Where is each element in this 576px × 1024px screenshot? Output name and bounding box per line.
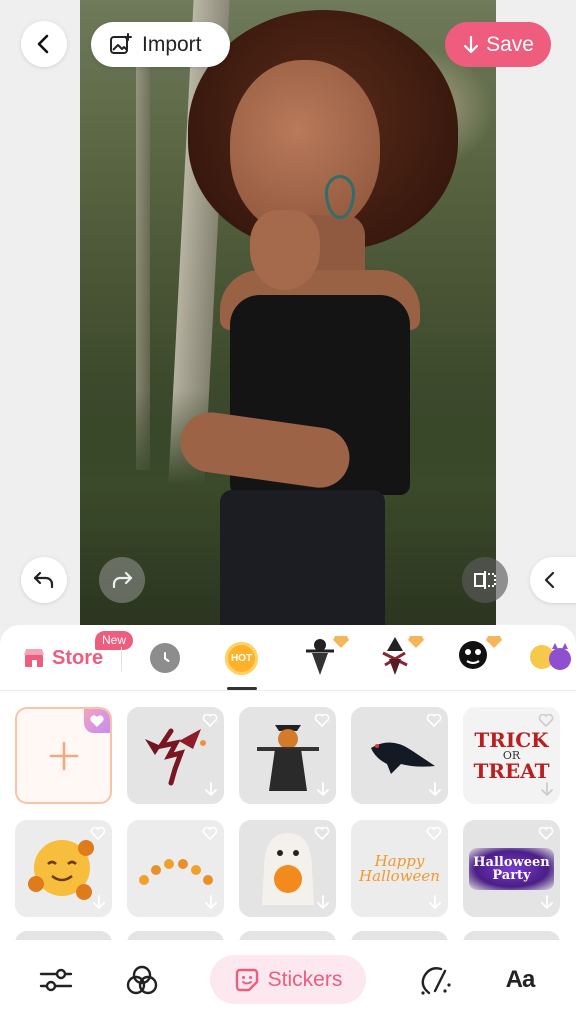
download-icon	[205, 782, 217, 797]
active-tab-indicator	[227, 687, 257, 690]
download-icon	[317, 782, 329, 797]
tab-store[interactable]: Store	[22, 645, 103, 671]
sticker-pumpkin-crown[interactable]	[127, 820, 224, 917]
heart-icon[interactable]	[314, 827, 330, 840]
raven-sticker	[370, 741, 435, 774]
photo-hand	[250, 210, 320, 290]
filters-icon	[126, 965, 158, 995]
party-line: Party	[492, 867, 531, 883]
sticker-scarecrow[interactable]	[239, 707, 336, 804]
undo-icon	[33, 571, 54, 589]
hot-label: HOT	[230, 653, 253, 664]
party-halloween-line: Halloween	[473, 854, 550, 870]
tab-pack-creature[interactable]	[453, 635, 502, 681]
heart-icon[interactable]	[538, 827, 554, 840]
pumpkin-crown-sticker	[138, 858, 213, 885]
dragon-sticker	[144, 728, 206, 785]
sticker-raven[interactable]	[351, 707, 448, 804]
chevron-left-icon	[544, 571, 555, 589]
redo-icon	[112, 571, 133, 589]
photo-jeans	[220, 490, 385, 630]
sticker-dragon[interactable]	[127, 707, 224, 804]
emoji-sticker-icon	[530, 643, 571, 670]
collapse-panel-button[interactable]	[530, 557, 576, 603]
heart-icon[interactable]	[426, 714, 442, 727]
heart-icon[interactable]	[426, 827, 442, 840]
download-icon	[205, 895, 217, 910]
tab-recent[interactable]	[150, 643, 180, 673]
tab-hot[interactable]: HOT	[225, 642, 258, 675]
tab-pack-witch[interactable]	[375, 635, 424, 681]
text-tool[interactable]: Aa	[498, 960, 542, 1000]
scarecrow-sticker	[256, 724, 319, 791]
download-icon	[429, 782, 441, 797]
sticker-trick-or-treat[interactable]: TRICK OR TREAT	[463, 707, 560, 804]
text-tool-label: Aa	[505, 966, 536, 993]
brush-icon	[421, 967, 451, 995]
new-badge: New	[95, 631, 134, 650]
save-button[interactable]: Save	[445, 22, 551, 67]
stickers-tool[interactable]: Stickers	[210, 955, 366, 1004]
edited-photo[interactable]	[80, 0, 496, 630]
download-icon	[317, 895, 329, 910]
trick-or-treat-text: TRICK OR TREAT	[473, 730, 549, 781]
plus-icon	[49, 741, 78, 770]
tab-pack-scarecrow[interactable]	[300, 635, 349, 681]
sticker-grid: TRICK OR TREAT Happy Halloween Halloween…	[15, 707, 560, 917]
brush-tool[interactable]	[414, 960, 454, 1000]
sticker-icon	[235, 968, 258, 991]
sticker-halloween-party[interactable]: Halloween Party	[463, 820, 560, 917]
download-icon	[541, 895, 553, 910]
sticker-ghost-pumpkin[interactable]	[239, 820, 336, 917]
undo-button[interactable]	[21, 557, 67, 603]
download-icon	[93, 895, 105, 910]
heart-icon[interactable]	[89, 715, 105, 728]
image-plus-icon	[110, 32, 132, 54]
diamond-icon	[333, 636, 349, 648]
sticker-category-tabs: Store New HOT	[0, 625, 576, 691]
bottom-toolbar: Stickers Aa	[0, 940, 576, 1024]
halloween-line: Halloween	[359, 866, 440, 885]
clock-icon	[164, 652, 170, 662]
heart-icon[interactable]	[202, 827, 218, 840]
compare-icon	[474, 571, 496, 589]
download-icon	[541, 782, 553, 797]
import-label: Import	[142, 32, 202, 56]
download-arrow-icon	[463, 35, 479, 53]
trick-line: TRICK	[474, 728, 549, 752]
diamond-icon	[486, 636, 502, 648]
happy-halloween-text: Happy Halloween	[359, 853, 440, 885]
redo-button[interactable]	[99, 557, 145, 603]
filters-tool[interactable]	[122, 960, 162, 1000]
tab-divider	[121, 647, 122, 671]
ghost-pumpkin-sticker	[261, 832, 314, 905]
treat-line: TREAT	[473, 759, 550, 783]
diamond-icon	[408, 636, 424, 648]
download-icon	[429, 895, 441, 910]
sticker-smiley-pumpkins[interactable]	[15, 820, 112, 917]
stickers-label: Stickers	[267, 967, 343, 991]
back-icon	[37, 34, 49, 54]
tab-pack-emoji[interactable]	[528, 635, 576, 681]
sticker-happy-halloween[interactable]: Happy Halloween	[351, 820, 448, 917]
heart-icon[interactable]	[90, 827, 106, 840]
heart-icon[interactable]	[538, 714, 554, 727]
compare-button[interactable]	[462, 557, 508, 603]
adjust-tool[interactable]	[36, 960, 76, 1000]
heart-icon[interactable]	[202, 714, 218, 727]
adjust-icon	[39, 968, 73, 992]
back-button[interactable]	[21, 21, 67, 67]
add-custom-sticker[interactable]	[15, 707, 112, 804]
halloween-party-text: Halloween Party	[469, 847, 554, 890]
store-icon	[24, 649, 44, 667]
save-label: Save	[486, 32, 534, 56]
heart-icon[interactable]	[314, 714, 330, 727]
import-button[interactable]: Import	[91, 22, 230, 67]
smiley-pumpkin-sticker	[27, 839, 94, 900]
photo-face	[230, 60, 380, 235]
